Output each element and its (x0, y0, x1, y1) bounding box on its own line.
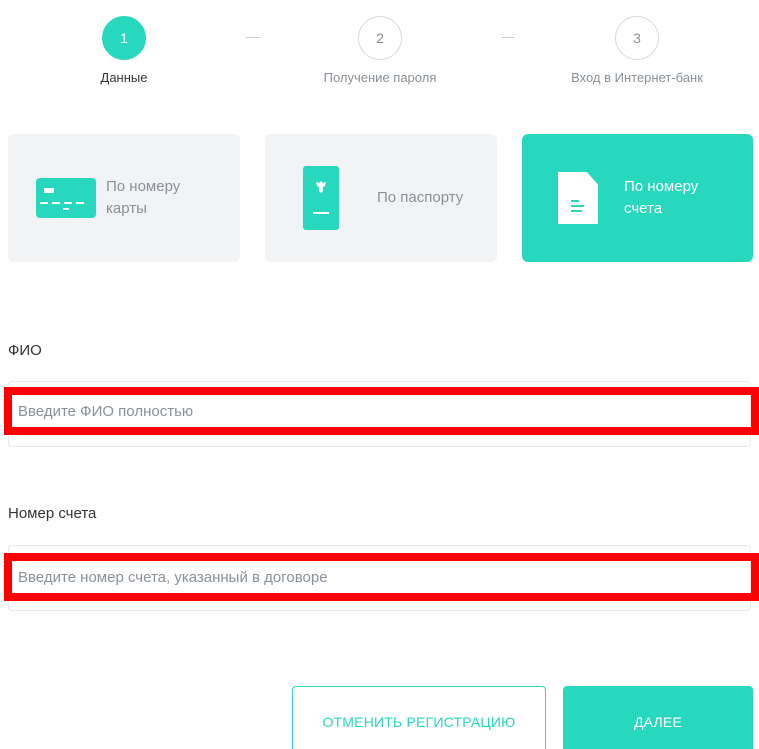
emblem-icon (316, 181, 326, 193)
method-account-label: По номеру счета (624, 178, 699, 217)
step-3-label: Вход в Интернет-банк (571, 70, 703, 85)
cancel-registration-button[interactable]: ОТМЕНИТЬ РЕГИСТРАЦИЮ (292, 686, 546, 749)
step-1-label: Данные (100, 70, 148, 85)
account-number-input[interactable] (18, 562, 744, 592)
method-account-option[interactable]: По номеру счета (522, 134, 753, 262)
document-icon (558, 172, 598, 224)
next-button[interactable]: ДАЛЕЕ (563, 686, 753, 749)
step-3-number: 3 (615, 16, 659, 60)
method-card-option[interactable]: По номеру карты (8, 134, 240, 262)
step-1-number: 1 (102, 16, 146, 60)
step-1: 1 Данные (24, 16, 224, 85)
fio-input[interactable] (18, 396, 744, 426)
method-passport-option[interactable]: По паспорту (265, 134, 497, 262)
step-2-label: Получение пароля (323, 70, 437, 85)
step-divider (501, 37, 515, 38)
method-passport-label: По паспорту (377, 189, 464, 206)
registration-page: 1 Данные 2 Получение пароля 3 Вход в Инт… (0, 0, 759, 749)
step-2-number: 2 (358, 16, 402, 60)
account-number-label: Номер счета (8, 505, 97, 522)
step-2: 2 Получение пароля (280, 16, 480, 85)
bank-card-icon (36, 178, 96, 218)
step-divider (246, 37, 260, 38)
fio-label: ФИО (8, 342, 42, 359)
passport-icon (303, 166, 339, 230)
step-3: 3 Вход в Интернет-банк (537, 16, 737, 85)
method-card-label: По номеру карты (106, 178, 181, 217)
